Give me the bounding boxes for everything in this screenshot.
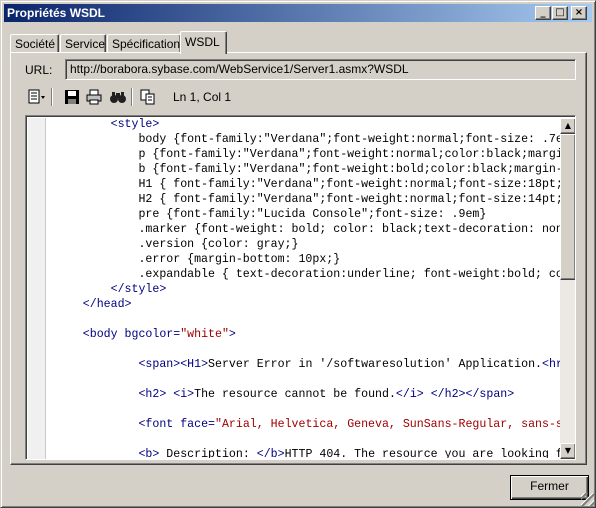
window-title: Propriétés WSDL bbox=[7, 6, 106, 20]
wsdl-properties-dialog: Propriétés WSDL _ □ × Société Service Sp… bbox=[0, 0, 596, 508]
tab-wsdl[interactable]: WSDL bbox=[180, 31, 227, 54]
title-bar[interactable]: Propriétés WSDL _ □ × bbox=[4, 4, 592, 22]
close-window-button[interactable]: × bbox=[571, 6, 587, 20]
tab-specification[interactable]: Spécification bbox=[107, 34, 181, 53]
tab-societe[interactable]: Société bbox=[10, 34, 59, 53]
close-button[interactable]: Fermer bbox=[510, 475, 589, 500]
tab-service[interactable]: Service bbox=[60, 34, 106, 53]
tab-panel-wsdl bbox=[10, 52, 587, 465]
minimize-button[interactable]: _ bbox=[535, 6, 551, 20]
maximize-button[interactable]: □ bbox=[552, 6, 568, 20]
resize-grip-icon[interactable] bbox=[581, 493, 594, 506]
